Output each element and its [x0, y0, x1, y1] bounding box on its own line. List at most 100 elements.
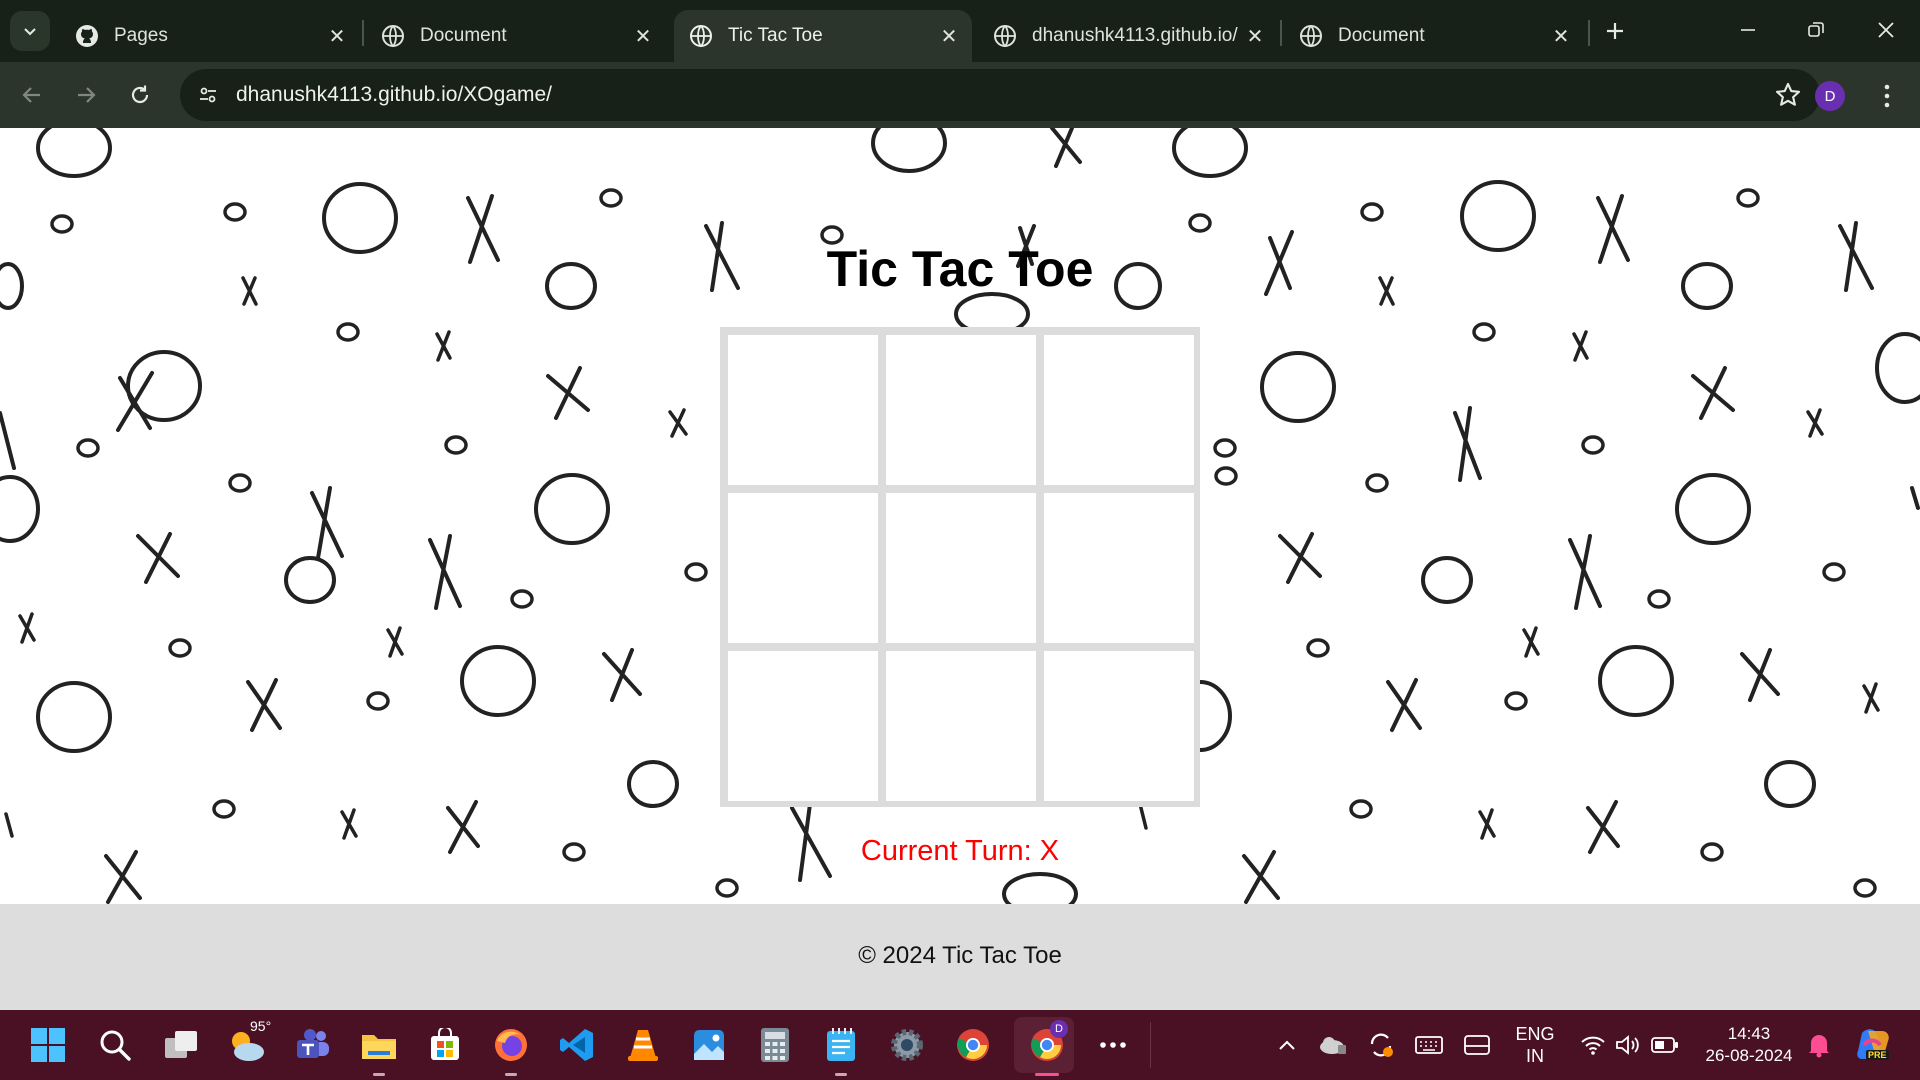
- notifications-button[interactable]: [1798, 1024, 1840, 1066]
- copilot-button[interactable]: PRE: [1852, 1024, 1894, 1066]
- tab-document-2[interactable]: Document ✕: [1284, 10, 1584, 62]
- running-indicator: [505, 1073, 517, 1076]
- calculator-button[interactable]: [754, 1024, 796, 1066]
- vlc-button[interactable]: [622, 1024, 664, 1066]
- vscode-icon: [560, 1029, 593, 1061]
- minimize-icon: [1741, 29, 1755, 31]
- new-tab-button[interactable]: [1598, 14, 1632, 48]
- site-info-button[interactable]: [190, 77, 226, 113]
- chrome-icon: [957, 1029, 989, 1061]
- board-cell-3[interactable]: [1044, 335, 1194, 485]
- close-icon[interactable]: ✕: [1546, 21, 1576, 51]
- start-button[interactable]: [27, 1024, 69, 1066]
- forward-button[interactable]: [66, 75, 106, 115]
- board-cell-9[interactable]: [1044, 651, 1194, 801]
- tab-github-io[interactable]: dhanushk4113.github.io/ ✕: [978, 10, 1278, 62]
- teams-button[interactable]: [292, 1024, 334, 1066]
- clock-date: 26-08-2024: [1705, 1046, 1793, 1065]
- task-view-button[interactable]: [160, 1024, 202, 1066]
- close-icon[interactable]: ✕: [1240, 21, 1270, 51]
- clock[interactable]: 14:43 26-08-2024: [1694, 1023, 1804, 1067]
- show-hidden-icons-button[interactable]: [1266, 1024, 1308, 1066]
- tab-title: Document: [1338, 25, 1425, 46]
- github-icon: [74, 23, 100, 49]
- tab-pages[interactable]: Pages ✕: [60, 10, 360, 62]
- tab-tic-tac-toe[interactable]: Tic Tac Toe ✕: [674, 10, 972, 62]
- weather-widget[interactable]: 95°: [226, 1018, 274, 1066]
- close-icon[interactable]: ✕: [934, 21, 964, 51]
- keyboard-tray-icon[interactable]: [1408, 1024, 1450, 1066]
- board-cell-5[interactable]: [886, 493, 1036, 643]
- more-apps-button[interactable]: [1092, 1024, 1134, 1066]
- profile-avatar[interactable]: D: [1815, 81, 1845, 111]
- address-bar[interactable]: dhanushk4113.github.io/XOgame/: [180, 69, 1820, 121]
- sync-tray-icon[interactable]: [1360, 1024, 1402, 1066]
- bookmark-star-icon[interactable]: [1774, 81, 1802, 109]
- onedrive-tray-icon[interactable]: [1312, 1024, 1354, 1066]
- close-icon[interactable]: ✕: [322, 21, 352, 51]
- firefox-icon: [495, 1029, 527, 1061]
- calculator-icon: [761, 1028, 789, 1062]
- chevron-up-icon: [1279, 1040, 1295, 1050]
- store-icon: [431, 1028, 459, 1060]
- arrow-right-icon: [78, 87, 96, 103]
- search-button[interactable]: [94, 1024, 136, 1066]
- tune-icon: [200, 87, 216, 103]
- board-cell-7[interactable]: [728, 651, 878, 801]
- tab-title: Pages: [114, 25, 168, 46]
- minimize-button[interactable]: [1720, 8, 1776, 52]
- board-cell-6[interactable]: [1044, 493, 1194, 643]
- file-explorer-button[interactable]: [358, 1024, 400, 1076]
- board-cell-8[interactable]: [886, 651, 1036, 801]
- reload-icon: [131, 85, 149, 104]
- tab-title: Document: [420, 25, 507, 46]
- firefox-button[interactable]: [490, 1024, 532, 1076]
- settings-button[interactable]: [886, 1024, 928, 1066]
- board-cell-2[interactable]: [886, 335, 1036, 485]
- volume-icon: [1616, 1035, 1639, 1055]
- photos-button[interactable]: [688, 1024, 730, 1066]
- back-button[interactable]: [12, 75, 52, 115]
- page-footer: © 2024 Tic Tac Toe: [0, 904, 1920, 1010]
- browser-toolbar: dhanushk4113.github.io/XOgame/ D: [0, 62, 1920, 128]
- close-icon[interactable]: ✕: [628, 21, 658, 51]
- arrow-left-icon: [22, 87, 40, 103]
- close-window-button[interactable]: [1858, 8, 1914, 52]
- sync-icon: [1370, 1033, 1393, 1057]
- more-vert-icon: [1884, 84, 1890, 108]
- language-region: IN: [1526, 1046, 1544, 1066]
- chrome-button[interactable]: [952, 1024, 994, 1066]
- taskbar-divider: [1150, 1022, 1151, 1068]
- restore-button[interactable]: [1788, 8, 1844, 52]
- display-tray-icon[interactable]: [1456, 1024, 1498, 1066]
- search-icon: [100, 1030, 131, 1061]
- chrome-profile-badge: D: [1050, 1020, 1068, 1038]
- board-cell-1[interactable]: [728, 335, 878, 485]
- tablet-mode-icon: [1464, 1035, 1490, 1055]
- gear-icon: [891, 1029, 923, 1061]
- language-indicator[interactable]: ENG IN: [1505, 1023, 1565, 1067]
- globe-icon: [1298, 23, 1324, 49]
- browser-tab-bar: Pages ✕ Document ✕ Tic Tac Toe ✕ dhanush…: [0, 0, 1920, 62]
- reload-button[interactable]: [120, 75, 160, 115]
- chevron-down-icon: [24, 28, 36, 36]
- tab-document[interactable]: Document ✕: [366, 10, 666, 62]
- battery-tray-icon[interactable]: [1644, 1024, 1686, 1066]
- tab-search-button[interactable]: [10, 11, 50, 51]
- notepad-button[interactable]: [820, 1024, 862, 1076]
- url-text: dhanushk4113.github.io/XOgame/: [236, 83, 553, 106]
- globe-icon: [992, 23, 1018, 49]
- board-cell-4[interactable]: [728, 493, 878, 643]
- page-viewport: Tic Tac Toe Current Turn: X: [0, 128, 1920, 904]
- browser-menu-button[interactable]: [1872, 79, 1902, 113]
- clock-time: 14:43: [1727, 1024, 1771, 1043]
- chrome-profile-button[interactable]: D: [1026, 1020, 1068, 1076]
- vscode-button[interactable]: [556, 1024, 598, 1066]
- cloud-icon: [1320, 1037, 1346, 1054]
- microsoft-store-button[interactable]: [424, 1024, 466, 1066]
- language-code: ENG: [1515, 1024, 1555, 1044]
- globe-icon: [688, 23, 714, 49]
- tab-separator: [362, 20, 364, 46]
- current-turn-status: Current Turn: X: [860, 835, 1060, 867]
- vlc-icon: [628, 1030, 658, 1061]
